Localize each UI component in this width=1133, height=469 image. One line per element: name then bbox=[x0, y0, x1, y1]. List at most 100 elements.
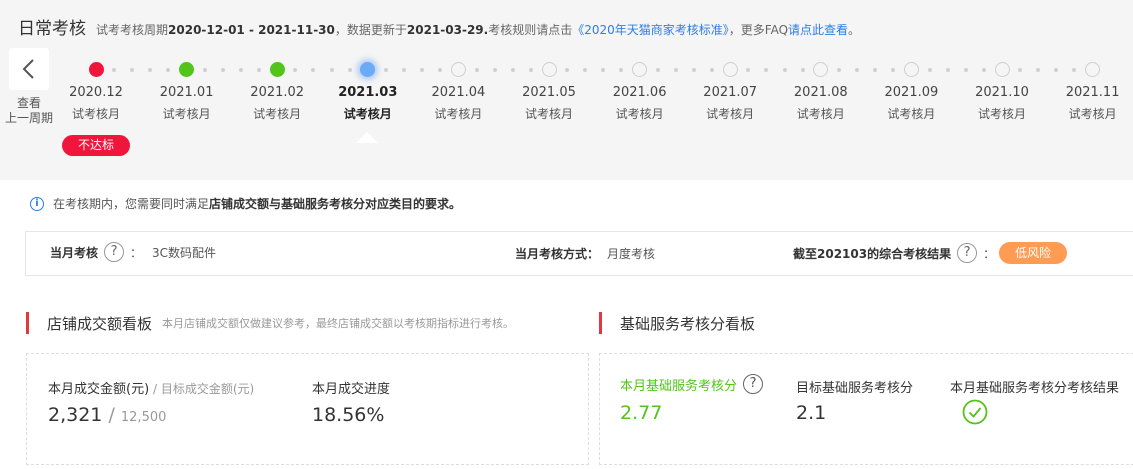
timeline-connector-dot bbox=[565, 68, 570, 72]
timeline-connector-dot bbox=[383, 68, 388, 72]
month-date[interactable]: 2021.08 bbox=[781, 85, 861, 100]
timeline-connector-dot bbox=[257, 68, 262, 72]
sales-title: 店铺成交额看板 bbox=[47, 314, 153, 333]
month-date[interactable]: 2021.04 bbox=[418, 85, 498, 100]
target-score-value: 2.1 bbox=[796, 402, 827, 424]
timeline-connector-dot bbox=[402, 68, 407, 72]
sales-section-title: 店铺成交额看板 本月店铺成交额仅做建议参考，最终店铺成交额以考核期指标进行考核。 bbox=[26, 312, 514, 334]
timeline-connector-dot bbox=[420, 68, 425, 72]
monthly-assessment: 当月考核 ? ： 3C数码配件 bbox=[50, 242, 216, 262]
timeline-connector-dot bbox=[855, 68, 860, 72]
month-type: 试考核月 bbox=[1068, 107, 1117, 121]
timeline-connector-dot bbox=[981, 68, 986, 72]
month-date[interactable]: 2021.01 bbox=[147, 85, 227, 100]
month-date[interactable]: 2020.12 bbox=[56, 85, 136, 100]
timeline-connector-dot bbox=[927, 68, 932, 72]
month-date[interactable]: 2021.02 bbox=[237, 85, 317, 100]
amount-sep: / bbox=[149, 382, 161, 396]
help-icon[interactable]: ? bbox=[957, 243, 978, 263]
timeline-connector-dot bbox=[1054, 68, 1059, 72]
month-status-dot[interactable] bbox=[541, 62, 557, 77]
timeline-connector-dot bbox=[238, 68, 243, 72]
month-date[interactable]: 2021.10 bbox=[962, 85, 1042, 100]
timeline-connector-dot bbox=[764, 68, 769, 72]
timeline-connector-dot bbox=[710, 68, 715, 72]
month-status-dot[interactable] bbox=[632, 62, 648, 77]
fail-badge: 不达标 bbox=[62, 135, 130, 156]
timeline-connector-dot bbox=[601, 68, 606, 72]
service-title: 基础服务考核分看板 bbox=[620, 314, 756, 333]
amount-label: 本月成交金额(元) / 目标成交金额(元) bbox=[48, 378, 254, 397]
month-type: 试考核月 bbox=[253, 107, 302, 121]
section-accent-bar bbox=[26, 312, 29, 334]
result-colon: ： bbox=[983, 246, 996, 261]
assessment-method: 当月考核方式： 月度考核 bbox=[515, 245, 655, 262]
timeline-connector-dot bbox=[202, 68, 207, 72]
amount-value-sep: / bbox=[102, 404, 121, 426]
month-type: 试考核月 bbox=[343, 107, 392, 121]
info-bold: 店铺成交额与基础服务考核分对应类目的要求。 bbox=[209, 197, 462, 211]
timeline-connector-dot bbox=[945, 68, 950, 72]
month-status-dot[interactable] bbox=[179, 62, 195, 77]
current-month-pointer bbox=[356, 132, 378, 143]
score-label-text: 本月基础服务考核分 bbox=[620, 378, 738, 394]
timeline-connector-dot bbox=[148, 68, 153, 72]
month-type: 试考核月 bbox=[887, 107, 936, 121]
target-amount-label: 目标成交金额(元) bbox=[160, 382, 255, 396]
timeline-connector-dot bbox=[746, 68, 751, 72]
month-date[interactable]: 2021.07 bbox=[690, 85, 770, 100]
timeline-connector-dot bbox=[438, 68, 443, 72]
sales-card: 本月成交金额(元) / 目标成交金额(元) 2,321 / 12,500 本月成… bbox=[26, 353, 589, 465]
help-icon[interactable]: ? bbox=[743, 374, 764, 394]
month-type: 试考核月 bbox=[615, 107, 664, 121]
timeline-connector-dot bbox=[963, 68, 968, 72]
month-date[interactable]: 2021.03 bbox=[328, 85, 408, 100]
month-status-dot[interactable] bbox=[269, 62, 285, 77]
timeline-connector-dot bbox=[1036, 68, 1041, 72]
target-score-label: 目标基础服务考核分 bbox=[796, 381, 914, 396]
month-date[interactable]: 2021.06 bbox=[600, 85, 680, 100]
target-amount: 12,500 bbox=[120, 410, 167, 425]
month-type: 试考核月 bbox=[796, 107, 845, 121]
timeline-connector-dot bbox=[655, 68, 660, 72]
month-status-dot[interactable] bbox=[88, 62, 104, 77]
month-type: 试考核月 bbox=[706, 107, 755, 121]
timeline-connector-dot bbox=[836, 68, 841, 72]
month-status-dot[interactable] bbox=[813, 62, 829, 77]
month-date[interactable]: 2021.09 bbox=[871, 85, 951, 100]
score-label: 本月基础服务考核分 ? bbox=[620, 374, 769, 394]
month-status-dot[interactable] bbox=[994, 62, 1010, 77]
timeline-connector-dot bbox=[293, 68, 298, 72]
check-circle-icon bbox=[962, 399, 988, 425]
timeline-connector-dot bbox=[619, 68, 624, 72]
month-status-dot[interactable] bbox=[1085, 62, 1101, 77]
month-status-dot[interactable] bbox=[903, 62, 919, 77]
timeline-connector-dot bbox=[1072, 68, 1077, 72]
help-icon[interactable]: ? bbox=[104, 242, 125, 262]
month-status-dot[interactable] bbox=[722, 62, 738, 77]
progress-value: 18.56% bbox=[312, 404, 385, 426]
overall-result: 截至202103的综合考核结果 ? ： 低风险 bbox=[793, 242, 1068, 264]
month-colon: ： bbox=[130, 245, 143, 260]
month-status-dot[interactable] bbox=[450, 62, 466, 77]
month-date[interactable]: 2021.05 bbox=[509, 85, 589, 100]
month-status-dot[interactable] bbox=[360, 62, 376, 77]
month-type: 试考核月 bbox=[977, 107, 1026, 121]
timeline-connector-dot bbox=[583, 68, 588, 72]
amount-label-text: 本月成交金额(元) bbox=[48, 382, 150, 397]
timeline-connector-dot bbox=[891, 68, 896, 72]
method-label: 当月考核方式： bbox=[515, 247, 600, 261]
timeline-connector-dot bbox=[112, 68, 117, 72]
timeline-connector-dot bbox=[474, 68, 479, 72]
info-icon: i bbox=[30, 196, 44, 211]
info-notice: i 在考核期内，您需要同时满足 店铺成交额与基础服务考核分对应类目的要求。 bbox=[30, 195, 461, 212]
sales-hint: 本月店铺成交额仅做建议参考，最终店铺成交额以考核期指标进行考核。 bbox=[162, 317, 515, 330]
month-type: 试考核月 bbox=[434, 107, 483, 121]
timeline-connector-dot bbox=[130, 68, 135, 72]
result-label: 截至202103的综合考核结果 bbox=[793, 246, 952, 261]
section-accent-bar bbox=[599, 312, 602, 334]
month-date[interactable]: 2021.11 bbox=[1053, 85, 1133, 100]
risk-badge: 低风险 bbox=[999, 242, 1068, 264]
timeline-connector-dot bbox=[528, 68, 533, 72]
score-result-label: 本月基础服务考核分考核结果 bbox=[950, 381, 1120, 396]
